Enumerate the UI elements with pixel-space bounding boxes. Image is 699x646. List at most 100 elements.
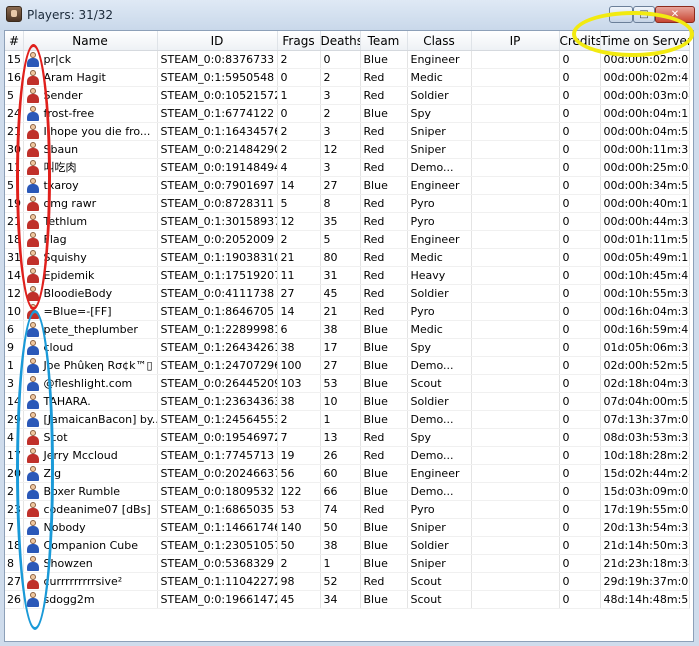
cell-id: STEAM_0:0:10521572 [157, 86, 278, 105]
cell-class: Sniper [407, 122, 472, 141]
table-row[interactable]: 20 Zig STEAM_0:0:20246637 56 60 Blue Engineer 0… [5, 464, 690, 483]
cell-id: STEAM_0:0:5368329 [157, 554, 278, 573]
table-row[interactable]: 11 叫吃肉 STEAM_0:0:19148494 4 3 Red Demo... 0 00d:… [5, 158, 690, 177]
table-row[interactable]: 7 Nobody STEAM_0:1:14661746 140 50 Blue Sniper… [5, 518, 690, 537]
cell-frags: 45 [277, 590, 321, 609]
table-row[interactable]: 27 currrrrrrrrsive² STEAM_0:1:11042272 98 52… [5, 572, 690, 591]
cell-ip [471, 482, 560, 501]
col-header-class[interactable]: Class [407, 31, 472, 51]
cell-frags: 98 [277, 572, 321, 591]
table-row[interactable]: 12 BloodieBody STEAM_0:0:4111738 27 45 Red Sol… [5, 284, 690, 303]
table-row[interactable]: 9 cloud STEAM_0:1:26434261 38 17 Blue Spy 0 01d:… [5, 338, 690, 357]
table-row[interactable]: 3 @fleshlight.com STEAM_0:0:26445209 103 53 B… [5, 374, 690, 393]
player-name: =Blue=-[FF] [43, 305, 112, 318]
table-row[interactable]: 30 Sbaun STEAM_0:0:21484290 2 12 Red Sniper 0 00… [5, 140, 690, 159]
cell-id: STEAM_0:0:4111738 [157, 284, 278, 303]
cell-name: Aram Hagit [23, 68, 158, 87]
cell-team: Red [360, 140, 408, 159]
cell-ip [471, 464, 560, 483]
close-button[interactable]: ✕ [655, 6, 695, 23]
table-row[interactable]: 26 sdogg2m STEAM_0:0:19661472 45 34 Blue Scout… [5, 590, 690, 609]
table-row[interactable]: 1 Joe Phûkeη Rσ¢k™▯ STEAM_0:1:24707296 100 2… [5, 356, 690, 375]
cell-deaths: 80 [320, 248, 361, 267]
col-header-name[interactable]: Name [23, 31, 158, 51]
table-row[interactable]: 14 Epidemik STEAM_0:1:17519207 11 31 Red Heavy… [5, 266, 690, 285]
table-row[interactable]: 8 Showzen STEAM_0:0:5368329 2 1 Blue Sniper 0 21… [5, 554, 690, 573]
cell-frags: 5 [277, 194, 321, 213]
table-row[interactable]: 16 Aram Hagit STEAM_0:1:5950548 0 2 Red Medic 0… [5, 68, 690, 87]
cell-time: 01d:05h:06m:32s [600, 338, 690, 357]
cell-team: Blue [360, 356, 408, 375]
cell-ip [471, 554, 560, 573]
cell-frags: 140 [277, 518, 321, 537]
cell-frags: 103 [277, 374, 321, 393]
blue-team-player-icon [26, 556, 40, 571]
col-header-num[interactable]: # [5, 31, 24, 51]
cell-num: 5 [5, 176, 24, 195]
cell-num: 12 [5, 284, 24, 303]
table-row[interactable]: 5 Sender STEAM_0:0:10521572 1 3 Red Soldier 0 00… [5, 86, 690, 105]
cell-team: Red [360, 248, 408, 267]
cell-deaths: 13 [320, 428, 361, 447]
cell-id: STEAM_0:1:8646705 [157, 302, 278, 321]
cell-id: STEAM_0:1:23051057 [157, 536, 278, 555]
table-row[interactable]: 5 txaroy STEAM_0:0:7901697 14 27 Blue Engineer… [5, 176, 690, 195]
maximize-button[interactable]: □ [633, 6, 655, 23]
cell-credits: 0 [559, 428, 601, 447]
player-name: Nobody [43, 521, 86, 534]
red-team-player-icon [26, 250, 40, 265]
table-row[interactable]: 31 Squishy STEAM_0:1:19038310 21 80 Red Medic 0… [5, 248, 690, 267]
cell-num: 30 [5, 140, 24, 159]
col-header-time-on-server[interactable]: Time on Server [600, 31, 690, 51]
table-row[interactable]: 10 =Blue=-[FF] STEAM_0:1:8646705 14 21 Red Pyr… [5, 302, 690, 321]
col-header-frags[interactable]: Frags [277, 31, 321, 51]
table-row[interactable]: 21 I hope you die fro... STEAM_0:1:1643457… [5, 122, 690, 141]
col-header-id[interactable]: ID [157, 31, 278, 51]
table-row[interactable]: 15 pr|ck STEAM_0:0:8376733 2 0 Blue Engineer 0 0… [5, 50, 690, 69]
table-row[interactable]: 24 frost-free STEAM_0:1:6774122 0 2 Blue Spy 0 0… [5, 104, 690, 123]
col-header-ip[interactable]: IP [471, 31, 560, 51]
red-team-player-icon [26, 574, 40, 589]
cell-name: Epidemik [23, 266, 158, 285]
table-row[interactable]: 21 Tethlum STEAM_0:1:30158937 12 35 Red Pyro 0 0… [5, 212, 690, 231]
window-title: Players: 31/32 [27, 8, 114, 22]
cell-num: 19 [5, 194, 24, 213]
cell-class: Soldier [407, 86, 472, 105]
table-row[interactable]: 29 [JamaicanBacon] by... STEAM_0:1:2456455… [5, 410, 690, 429]
cell-class: Medic [407, 68, 472, 87]
table-row[interactable]: 4 Scot STEAM_0:0:19546972 7 13 Red Spy 0 08d:03h… [5, 428, 690, 447]
cell-class: Soldier [407, 392, 472, 411]
cell-time: 00d:00h:11m:36s [600, 140, 690, 159]
table-row[interactable]: 6 pete_theplumber STEAM_0:1:22899981 6 38 Blu… [5, 320, 690, 339]
cell-time: 00d:00h:03m:04s [600, 86, 690, 105]
cell-class: Spy [407, 428, 472, 447]
table-row[interactable]: 18 Companion Cube STEAM_0:1:23051057 50 38 Bl… [5, 536, 690, 555]
cell-team: Red [360, 428, 408, 447]
cell-deaths: 50 [320, 518, 361, 537]
blue-team-player-icon [26, 592, 40, 607]
table-row[interactable]: 18 Flag STEAM_0:0:2052009 2 5 Red Engineer 0 00d… [5, 230, 690, 249]
col-header-credits[interactable]: Credits [559, 31, 601, 51]
cell-name: Jerry Mccloud [23, 446, 158, 465]
col-header-deaths[interactable]: Deaths [320, 31, 361, 51]
cell-frags: 38 [277, 338, 321, 357]
cell-ip [471, 194, 560, 213]
red-team-player-icon [26, 448, 40, 463]
cell-deaths: 8 [320, 194, 361, 213]
table-row[interactable]: 14 TAHARA. STEAM_0:1:23634363 38 10 Blue Soldi… [5, 392, 690, 411]
cell-id: STEAM_0:0:26445209 [157, 374, 278, 393]
col-header-team[interactable]: Team [360, 31, 408, 51]
minimize-button[interactable]: – [609, 6, 633, 23]
table-row[interactable]: 17 Jerry Mccloud STEAM_0:1:7745713 19 26 Red D… [5, 446, 690, 465]
cell-class: Medic [407, 320, 472, 339]
table-row[interactable]: 23 codeanime07 [dBs] STEAM_0:1:6865035 53 74… [5, 500, 690, 519]
cell-frags: 21 [277, 248, 321, 267]
table-row[interactable]: 2 Boxer Rumble STEAM_0:0:1809532 122 66 Blue D… [5, 482, 690, 501]
cell-num: 15 [5, 50, 24, 69]
cell-num: 17 [5, 446, 24, 465]
cell-deaths: 5 [320, 230, 361, 249]
table-row[interactable]: 19 omg rawr STEAM_0:0:8728311 5 8 Red Pyro 0 00d… [5, 194, 690, 213]
cell-id: STEAM_0:0:19661472 [157, 590, 278, 609]
cell-class: Scout [407, 374, 472, 393]
cell-credits: 0 [559, 320, 601, 339]
